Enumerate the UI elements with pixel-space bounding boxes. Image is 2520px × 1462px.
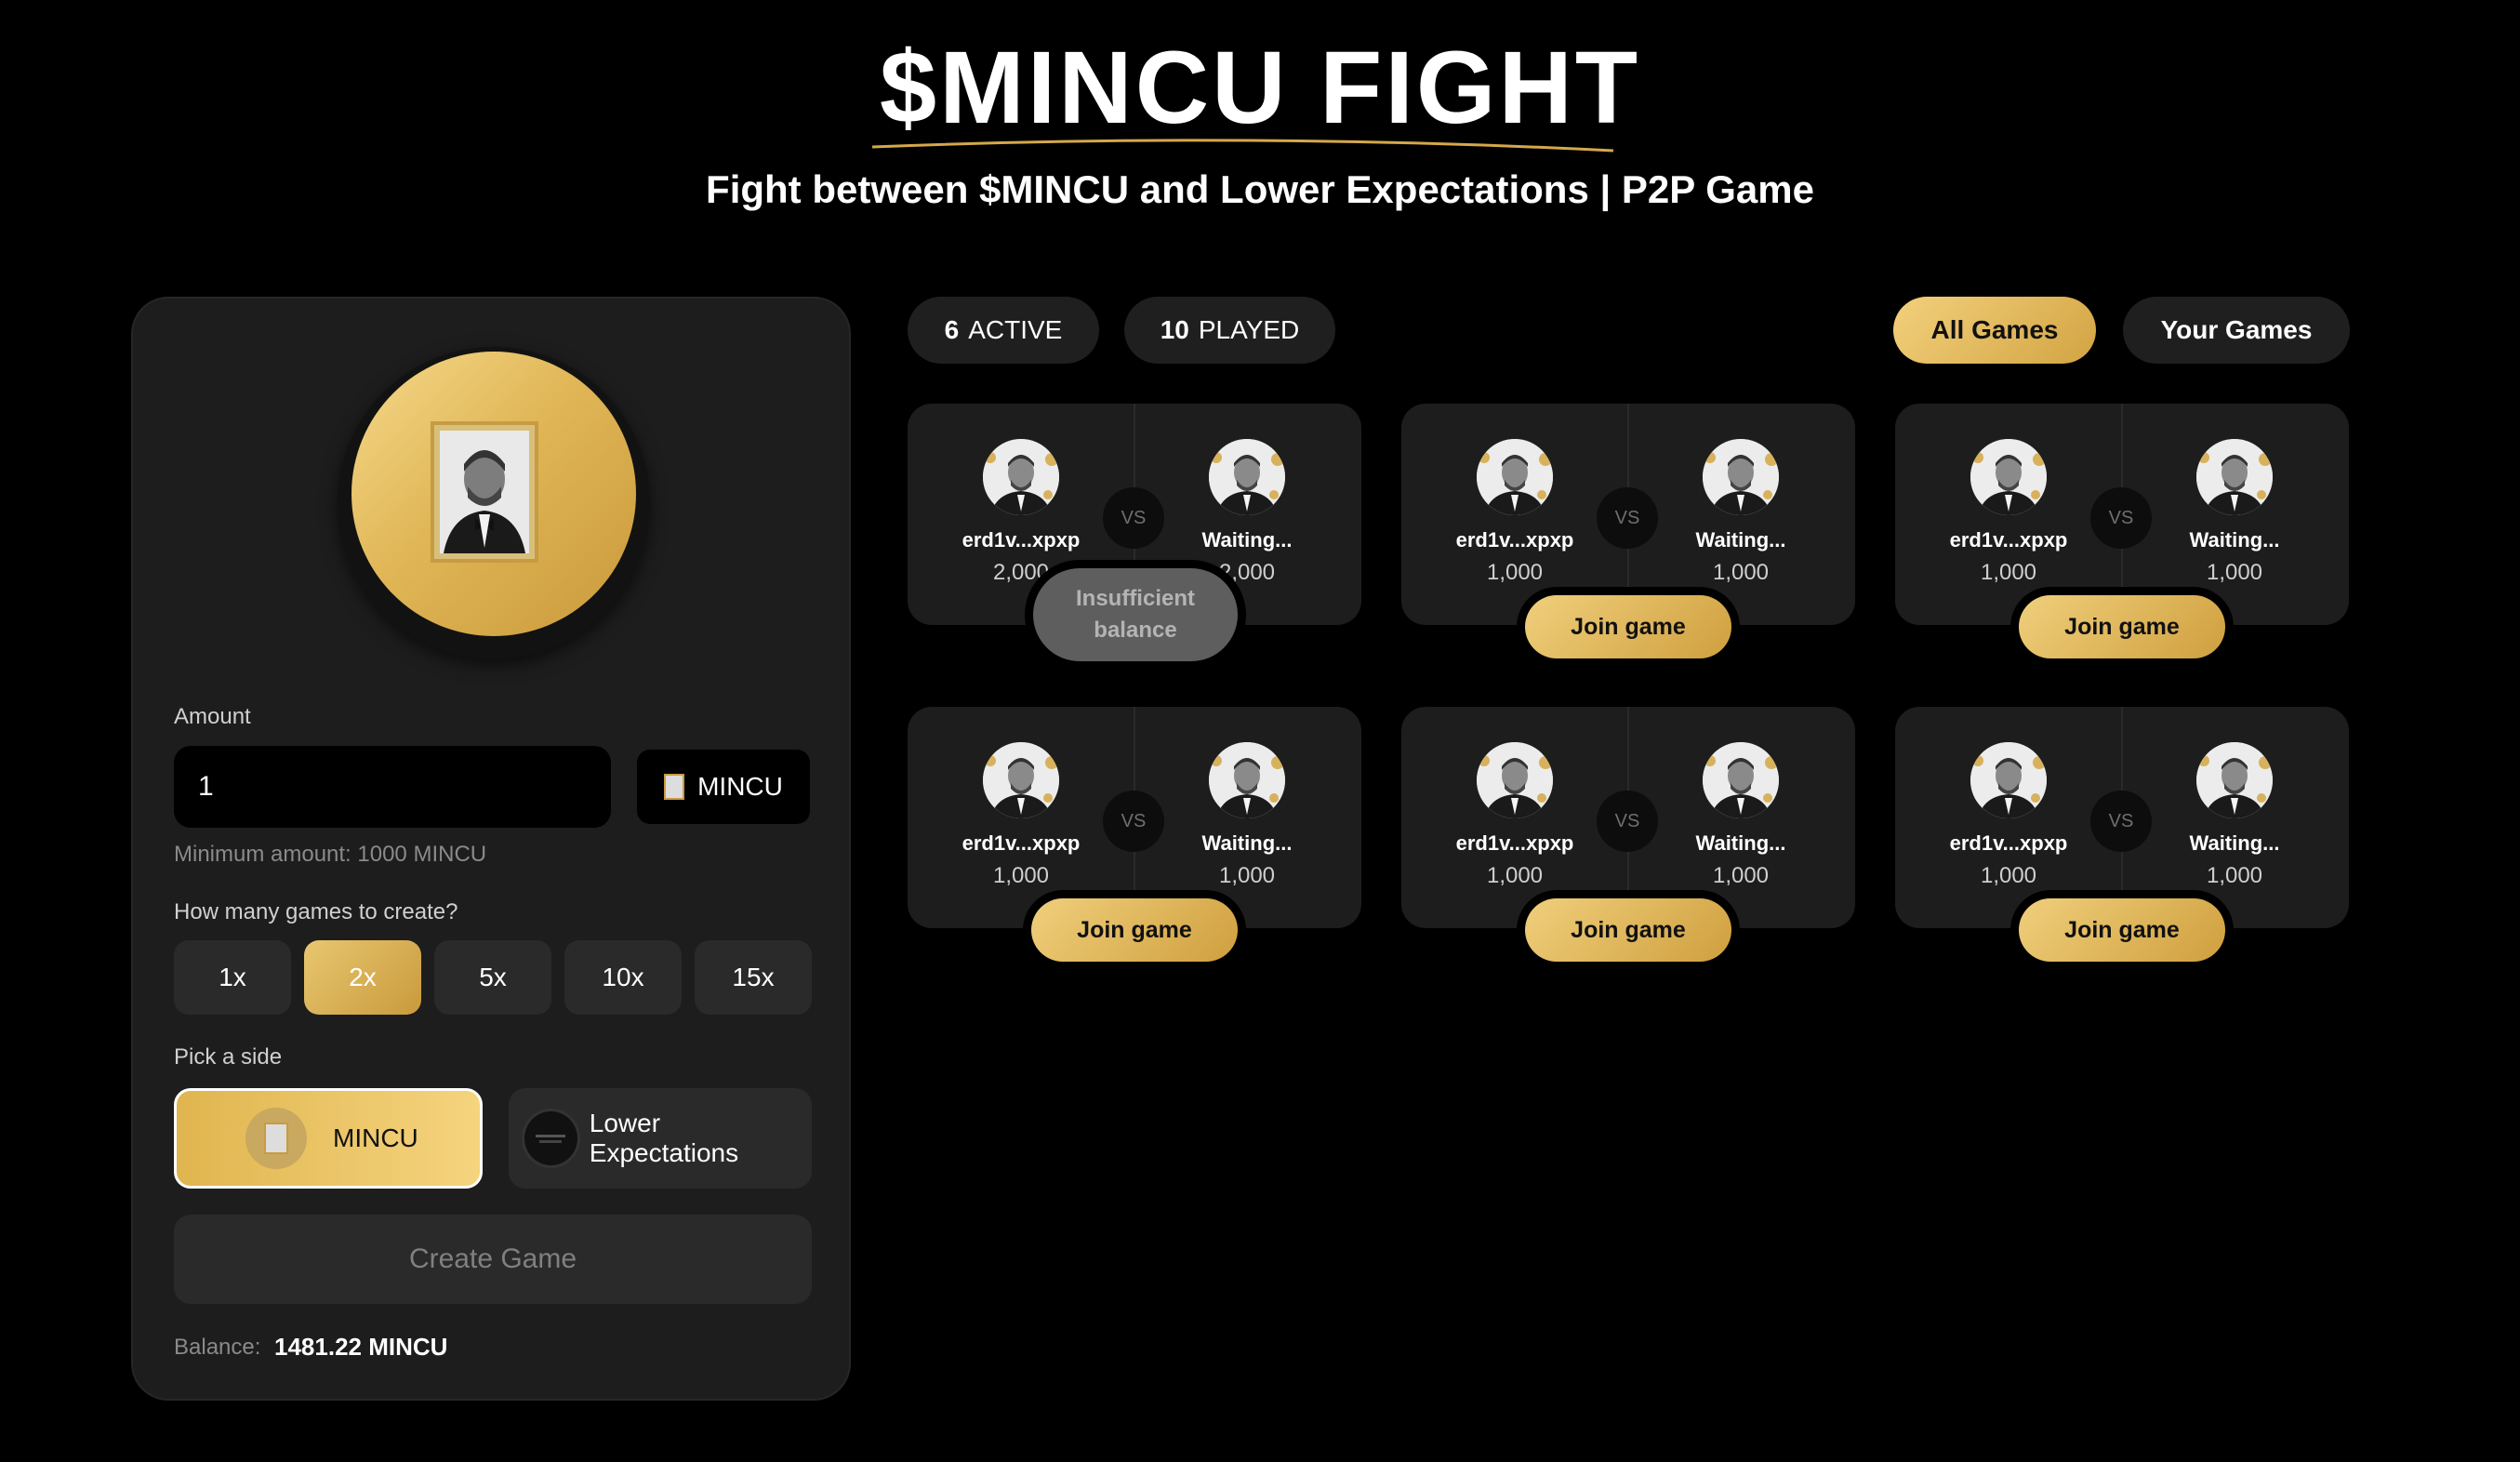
player2-amount: 1,000 — [1712, 560, 1770, 585]
side-mincu-button[interactable]: MINCU — [174, 1088, 483, 1189]
multiplier-2x-button[interactable]: 2x — [304, 940, 421, 1015]
player1-amount: 1,000 — [1980, 560, 2037, 585]
mincu-side-icon — [245, 1108, 307, 1169]
player1-name: erd1v...xpxp — [1455, 831, 1574, 855]
join-game-button[interactable]: Join game — [2019, 898, 2225, 962]
filter-your-games-tab[interactable]: Your Games — [2123, 297, 2350, 364]
player1-amount: 1,000 — [1980, 863, 2037, 888]
balance-value: 1481.22 MINCU — [274, 1333, 448, 1361]
token-selector[interactable]: MINCU — [637, 750, 810, 824]
game-card: VS erd1v...xpxp Waiting... 1,000 1,000 Join g… — [908, 707, 1361, 962]
player2-name: Waiting... — [1695, 528, 1786, 552]
join-game-button[interactable]: Join game — [1525, 898, 1731, 962]
create-game-panel: Amount MINCU Minimum amount: 1000 MINCU … — [131, 297, 851, 1401]
mincu-token-icon — [664, 774, 685, 800]
insufficient-balance-button[interactable]: Insufficient balance — [1033, 568, 1238, 661]
player2-name: Waiting... — [2189, 831, 2280, 855]
game-card: VS erd1v...xpxp Waiting... 1,000 1,000 Join g… — [1895, 707, 2349, 962]
page-subtitle: Fight between $MINCU and Lower Expectati… — [706, 167, 1814, 211]
multiplier-1x-button[interactable]: 1x — [174, 940, 291, 1015]
active-count: 6 — [944, 315, 960, 344]
player1-name: erd1v...xpxp — [962, 831, 1081, 855]
mincu-portrait-icon — [431, 421, 538, 563]
lower-expectations-icon — [522, 1109, 580, 1168]
player2-avatar — [1703, 742, 1779, 818]
player2-avatar — [2196, 742, 2273, 818]
side-lower-expectations-button[interactable]: Lower Expectations — [509, 1088, 812, 1189]
side-lower-expectations-label: Lower Expectations — [589, 1109, 739, 1167]
game-card: VS erd1v...xpxp Waiting... 2,000 2,000 Insuff… — [908, 404, 1361, 661]
multiplier-10x-button[interactable]: 10x — [564, 940, 682, 1015]
game-card: VS erd1v...xpxp Waiting... 1,000 1,000 Join g… — [1401, 707, 1855, 962]
player2-avatar — [2196, 439, 2273, 515]
player1-avatar — [983, 439, 1059, 515]
player2-name: Waiting... — [1201, 528, 1293, 552]
played-games-counter: 10 PLAYED — [1124, 297, 1335, 364]
filter-all-games-tab[interactable]: All Games — [1893, 297, 2096, 364]
player2-amount: 1,000 — [1218, 863, 1276, 888]
player1-name: erd1v...xpxp — [1949, 528, 2068, 552]
active-games-counter: 6 ACTIVE — [908, 297, 1099, 364]
title-underline — [871, 139, 1614, 153]
player1-name: erd1v...xpxp — [1949, 831, 2068, 855]
side-mincu-label: MINCU — [333, 1123, 418, 1152]
balance-label: Balance: — [174, 1335, 261, 1360]
player1-avatar — [983, 742, 1059, 818]
multiplier-15x-button[interactable]: 15x — [695, 940, 812, 1015]
game-card: VS erd1v...xpxp Waiting... 1,000 1,000 Join g… — [1895, 404, 2349, 658]
player2-avatar — [1209, 439, 1285, 515]
player1-avatar — [1970, 439, 2047, 515]
played-label: PLAYED — [1198, 315, 1300, 344]
player2-amount: 1,000 — [2206, 863, 2263, 888]
join-game-button[interactable]: Join game — [1525, 595, 1731, 658]
multiplier-5x-button[interactable]: 5x — [434, 940, 551, 1015]
player2-name: Waiting... — [1695, 831, 1786, 855]
player1-amount: 1,000 — [1486, 863, 1544, 888]
player2-name: Waiting... — [1201, 831, 1293, 855]
amount-input[interactable] — [174, 746, 611, 828]
player1-avatar — [1477, 439, 1553, 515]
player2-amount: 1,000 — [2206, 560, 2263, 585]
games-count-label: How many games to create? — [174, 899, 458, 924]
player2-name: Waiting... — [2189, 528, 2280, 552]
player2-avatar — [1209, 742, 1285, 818]
join-game-button[interactable]: Join game — [1031, 898, 1238, 962]
player1-avatar — [1970, 742, 2047, 818]
player1-avatar — [1477, 742, 1553, 818]
player1-amount: 1,000 — [1486, 560, 1544, 585]
player2-avatar — [1703, 439, 1779, 515]
game-card: VS erd1v...xpxp Waiting... 1,000 1,000 Join g… — [1401, 404, 1855, 658]
amount-label: Amount — [174, 704, 251, 729]
player2-amount: 1,000 — [1712, 863, 1770, 888]
join-game-button[interactable]: Join game — [2019, 595, 2225, 658]
player1-name: erd1v...xpxp — [962, 528, 1081, 552]
active-label: ACTIVE — [968, 315, 1063, 344]
player1-name: erd1v...xpxp — [1455, 528, 1574, 552]
token-label: MINCU — [697, 772, 783, 801]
played-count: 10 — [1160, 315, 1189, 344]
create-game-button[interactable]: Create Game — [174, 1215, 812, 1304]
pick-side-label: Pick a side — [174, 1044, 283, 1070]
player1-amount: 1,000 — [992, 863, 1050, 888]
minimum-amount-hint: Minimum amount: 1000 MINCU — [174, 842, 487, 867]
